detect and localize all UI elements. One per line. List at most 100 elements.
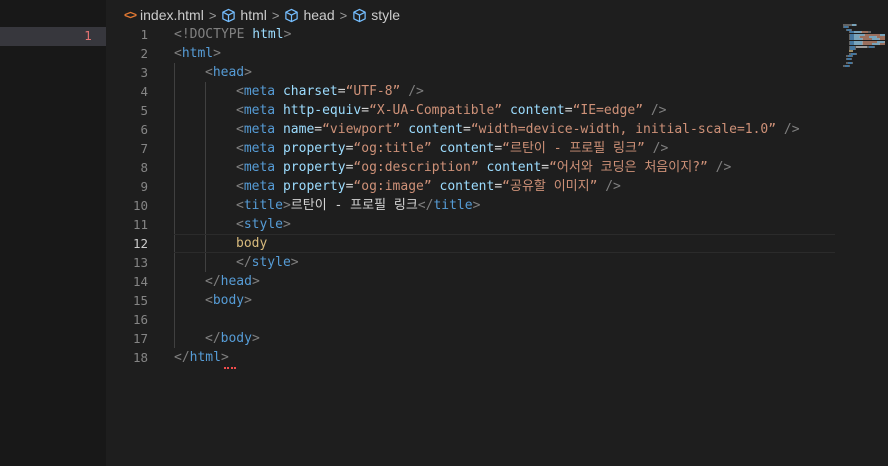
indent-guide [174, 82, 175, 101]
indent-guide [174, 101, 175, 120]
minimap[interactable] [841, 20, 888, 466]
code-text: <meta property=“og:description” content=… [236, 158, 731, 177]
code-token: > [290, 255, 299, 270]
code-token: /> [644, 141, 669, 156]
code-token: head [220, 274, 252, 289]
code-token: </ [205, 274, 221, 289]
cube-icon [285, 8, 299, 22]
indent-guide [174, 63, 175, 82]
code-text: <meta name=“viewport” content=“width=dev… [236, 120, 800, 139]
code-text: <style> [236, 215, 291, 234]
code-line[interactable]: 14 </head> [106, 272, 841, 291]
code-token: = [494, 141, 503, 156]
code-token: content [431, 141, 495, 156]
breadcrumb-item-label: style [371, 7, 401, 23]
code-text: <meta http-equiv=“X-UA-Compatible” conte… [236, 101, 667, 120]
code-token: = [494, 179, 503, 194]
code-token: 르탄이 - 프로필 링크 [290, 198, 418, 213]
code-token: body [236, 236, 268, 251]
code-text: <title>르탄이 - 프로필 링크</title> [236, 196, 480, 215]
code-token: “viewport” [322, 122, 401, 137]
line-number: 14 [132, 274, 148, 289]
indent-guide [174, 272, 175, 291]
code-line[interactable]: 4 <meta charset=“UTF-8” /> [106, 82, 841, 101]
code-line[interactable]: 6 <meta name=“viewport” content=“width=de… [106, 120, 841, 139]
breadcrumb-separator: > [208, 7, 217, 23]
line-number: 11 [132, 217, 148, 232]
indent-guide [205, 177, 206, 196]
code-token: < [174, 46, 182, 61]
minimap-token [851, 57, 852, 60]
code-token: /> [707, 160, 732, 175]
code-token: “르탄이 - 프로필 링크” [502, 141, 645, 156]
code-token: content [431, 179, 495, 194]
side-panel-line-number: 1 [84, 29, 92, 43]
breadcrumb-separator: > [339, 7, 348, 23]
code-token: > [283, 27, 292, 42]
side-panel-active-row[interactable]: 1 [0, 27, 106, 46]
side-panel: 1 [0, 0, 106, 466]
indent-guide [205, 158, 206, 177]
code-line[interactable]: 3 <head> [106, 63, 841, 82]
code-line[interactable]: 13 </style> [106, 253, 841, 272]
indent-guide [205, 196, 206, 215]
code-text: </style> [236, 253, 299, 272]
breadcrumb-item-head[interactable]: head [284, 7, 335, 23]
code-text: </head> [205, 272, 260, 291]
minimap-token [856, 24, 857, 26]
code-text: <body> [205, 291, 252, 310]
code-line[interactable]: 9 <meta property=“og:image” content=“공유할 … [106, 177, 841, 196]
code-line[interactable]: 2 <html> [106, 44, 841, 63]
code-line[interactable]: 5 <meta http-equiv=“X-UA-Compatible” cont… [106, 101, 841, 120]
code-line[interactable]: 7 <meta property=“og:title” content=“르탄이 … [106, 139, 841, 158]
code-line[interactable]: 12 body [106, 234, 841, 253]
breadcrumb-separator: > [271, 7, 280, 23]
minimap-token [874, 45, 875, 48]
code-line[interactable]: 8 <meta property = “og:description” content… [106, 158, 841, 177]
code-token: style [243, 217, 283, 232]
minimap-token [855, 48, 856, 50]
indent-guide [205, 101, 206, 120]
code-text: <!DOCTYPE html> [174, 25, 291, 44]
minimap-token [880, 43, 885, 46]
code-line[interactable]: 1 <!DOCTYPE html> [106, 25, 841, 44]
code-text: <html> [174, 44, 221, 63]
code-token: “공유할 이미지” [502, 179, 598, 194]
breadcrumb: <> index.html > html > head > style [124, 5, 400, 25]
code-token: > [472, 198, 481, 213]
code-line[interactable]: 18 </html> [106, 348, 841, 369]
code-text: <head> [205, 63, 252, 82]
code-token: /> [400, 84, 424, 99]
code-token: < [236, 122, 244, 137]
code-text: body [236, 234, 267, 253]
line-number: 17 [132, 331, 148, 346]
code-line[interactable]: 15 <body> [106, 291, 841, 310]
breadcrumb-item-style[interactable]: style [352, 7, 400, 23]
breadcrumb-file[interactable]: <> index.html [124, 7, 204, 23]
indent-guide [205, 120, 206, 139]
breadcrumb-item-label: head [303, 7, 335, 23]
breadcrumb-item-html[interactable]: html [221, 7, 267, 23]
code-token: title [243, 198, 283, 213]
code-line[interactable]: 16 [106, 310, 841, 329]
code-token: > [251, 331, 260, 346]
code-token: </ [174, 350, 190, 365]
minimap-token [852, 62, 853, 65]
code-editor[interactable]: 1 <!DOCTYPE html> 2 <html> 3 <head> 4 <meta cha… [106, 25, 841, 369]
indent-guide [174, 329, 175, 348]
line-number: 6 [140, 122, 148, 137]
minimap-token [852, 55, 853, 58]
code-line[interactable]: 10 <title>르탄이 - 프로필 링크</title> [106, 196, 841, 215]
line-number: 16 [132, 312, 148, 327]
line-number: 8 [140, 160, 148, 175]
line-number: 1 [140, 27, 148, 42]
code-token: = [463, 122, 471, 137]
indent-guide [174, 310, 175, 329]
code-token: html [252, 27, 284, 42]
code-token: html [189, 350, 221, 365]
html-icon: <> [124, 8, 137, 22]
code-token: > [244, 293, 252, 308]
code-line[interactable]: 17 </body> [106, 329, 841, 348]
code-line[interactable]: 11 <style> [106, 215, 841, 234]
code-token: /> [776, 122, 800, 137]
